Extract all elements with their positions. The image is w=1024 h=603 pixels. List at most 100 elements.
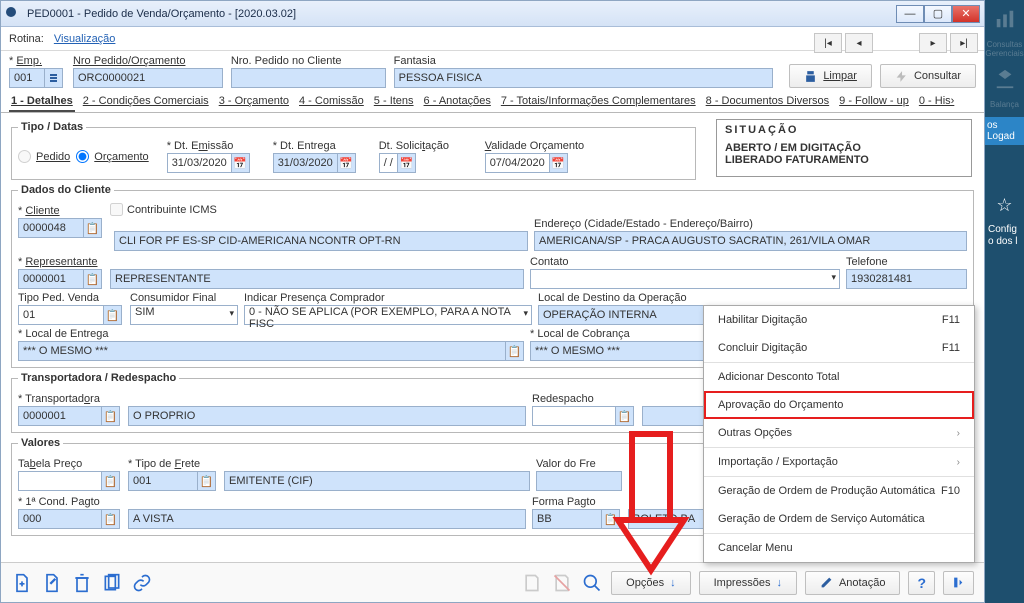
menu-ger-prod[interactable]: Geração de Ordem de Produção AutomáticaF… <box>704 477 974 505</box>
tab-anotacoes[interactable]: 6 - Anotações <box>422 92 493 112</box>
tab-followup[interactable]: 9 - Follow - up <box>837 92 911 112</box>
nav-last[interactable]: ▸| <box>950 33 978 53</box>
menu-outras[interactable]: Outras Opções› <box>704 419 974 447</box>
lookup-icon[interactable]: 📋 <box>102 406 120 426</box>
valor-frete-input[interactable] <box>536 471 622 491</box>
lookup-icon[interactable]: 📋 <box>102 509 120 529</box>
link-icon[interactable] <box>131 572 153 594</box>
local-entrega-input[interactable]: *** O MESMO *** <box>18 341 506 361</box>
validade-input[interactable]: 07/04/2020 <box>485 153 550 173</box>
label-logado[interactable]: os Logad <box>985 117 1024 145</box>
copy-icon[interactable] <box>101 572 123 594</box>
cliente-code-input[interactable]: 0000048 <box>18 218 84 238</box>
menu-ger-serv[interactable]: Geração de Ordem de Serviço Automática <box>704 505 974 533</box>
valor-frete-label: Valor do Fre <box>536 458 622 470</box>
fantasia-input[interactable]: PESSOA FISICA <box>394 68 774 88</box>
tab-totais[interactable]: 7 - Totais/Informações Complementares <box>499 92 698 112</box>
cliente-nome-input[interactable]: CLI FOR PF ES-SP CID-AMERICANA NCONTR OP… <box>114 231 528 251</box>
menu-concluir[interactable]: Concluir DigitaçãoF11 <box>704 334 974 362</box>
impressoes-button[interactable]: Impressões↓ <box>699 571 797 595</box>
lookup-icon[interactable]: 📋 <box>616 406 634 426</box>
close-button[interactable]: ✕ <box>952 5 980 23</box>
tab-itens[interactable]: 5 - Itens <box>372 92 416 112</box>
redespacho-code-input[interactable] <box>532 406 616 426</box>
telefone-label: Telefone <box>846 256 967 268</box>
menu-habilitar[interactable]: Habilitar DigitaçãoF11 <box>704 306 974 334</box>
tabela-input[interactable] <box>18 471 102 491</box>
tab-documentos[interactable]: 8 - Documentos Diversos <box>704 92 832 112</box>
menu-cancelar[interactable]: Cancelar Menu <box>704 534 974 562</box>
tab-orcamento[interactable]: 3 - Orçamento <box>217 92 291 112</box>
opcoes-button[interactable]: Opções↓ <box>611 571 690 595</box>
menu-desconto[interactable]: Adicionar Desconto Total <box>704 363 974 391</box>
tab-detalhes[interactable]: 1 - Detalhes <box>9 92 75 112</box>
forma-pagto-nome-input[interactable]: BOLETO BA <box>628 509 708 529</box>
telefone-input[interactable]: 1930281481 <box>846 269 967 289</box>
lookup-icon[interactable]: 📋 <box>84 218 102 238</box>
lookup-icon[interactable]: 📋 <box>84 269 102 289</box>
forma-pagto-code-input[interactable]: BB <box>532 509 602 529</box>
contato-select[interactable] <box>530 269 840 289</box>
cond-pagto-code-input[interactable]: 000 <box>18 509 102 529</box>
minimize-button[interactable]: — <box>896 5 924 23</box>
help-button[interactable]: ? <box>908 571 935 595</box>
exit-button[interactable] <box>943 571 974 595</box>
save-icon[interactable] <box>521 572 543 594</box>
chart-icon[interactable] <box>992 6 1018 32</box>
label-config[interactable]: Config o dos l <box>985 224 1024 248</box>
scale-icon[interactable] <box>992 66 1018 92</box>
lookup-icon[interactable]: 📋 <box>506 341 524 361</box>
dados-cliente-legend: Dados do Cliente <box>18 184 114 196</box>
tipo-frete-code-input[interactable]: 001 <box>128 471 198 491</box>
edit-icon[interactable] <box>41 572 63 594</box>
limpar-button[interactable]: Limpar <box>789 64 872 88</box>
dt-solicitacao-label: Dt. Solicitação <box>379 140 479 152</box>
trans-nome-input[interactable]: O PROPRIO <box>128 406 526 426</box>
title-bar: PED0001 - Pedido de Venda/Orçamento - [2… <box>1 1 984 27</box>
calendar-icon[interactable]: 📅 <box>232 153 250 173</box>
cons-final-select[interactable]: SIM <box>130 305 238 325</box>
calendar-icon[interactable]: 📅 <box>550 153 568 173</box>
dt-entrega-label: Dt. Entrega <box>273 140 373 152</box>
maximize-button[interactable]: ▢ <box>924 5 952 23</box>
menu-aprovacao[interactable]: Aprovação do Orçamento <box>704 391 974 419</box>
tipo-ped-input[interactable]: 01 <box>18 305 104 325</box>
emp-lookup-icon[interactable] <box>45 68 63 88</box>
trans-code-input[interactable]: 0000001 <box>18 406 102 426</box>
nav-next[interactable]: ▸ <box>919 33 947 53</box>
nro-cliente-input[interactable] <box>231 68 386 88</box>
lookup-icon[interactable]: 📋 <box>102 471 120 491</box>
save-cancel-icon[interactable] <box>551 572 573 594</box>
calendar-icon[interactable]: 📅 <box>338 153 356 173</box>
nro-pedido-input[interactable]: ORC0000021 <box>73 68 223 88</box>
rep-code-input[interactable]: 0000001 <box>18 269 84 289</box>
rep-nome-input[interactable]: REPRESENTANTE <box>110 269 524 289</box>
presenca-select[interactable]: 0 - NÃO SE APLICA (POR EXEMPLO, PARA A N… <box>244 305 532 325</box>
dt-entrega-input[interactable]: 31/03/2020 <box>273 153 338 173</box>
nav-first[interactable]: |◂ <box>814 33 842 53</box>
consultar-button[interactable]: Consultar <box>880 64 976 88</box>
endereco-input[interactable]: AMERICANA/SP - PRACA AUGUSTO SACRATIN, 2… <box>534 231 967 251</box>
calendar-icon[interactable]: 📅 <box>398 153 416 173</box>
emp-input[interactable]: 001 <box>9 68 45 88</box>
tab-comissao[interactable]: 4 - Comissão <box>297 92 366 112</box>
trans-label: Transportadora <box>25 393 100 405</box>
anotacao-button[interactable]: Anotação <box>805 571 900 595</box>
lookup-icon[interactable]: 📋 <box>198 471 216 491</box>
new-icon[interactable] <box>11 572 33 594</box>
lookup-icon[interactable]: 📋 <box>602 509 620 529</box>
routine-link[interactable]: Visualização <box>54 33 116 45</box>
cond-pagto-nome-input[interactable]: A VISTA <box>128 509 526 529</box>
tipo-frete-nome-input[interactable]: EMITENTE (CIF) <box>224 471 530 491</box>
tab-historico[interactable]: 0 - His› <box>917 92 956 112</box>
menu-importacao[interactable]: Importação / Exportação› <box>704 448 974 476</box>
dt-emissao-input[interactable]: 31/03/2020 <box>167 153 232 173</box>
tab-condicoes[interactable]: 2 - Condições Comerciais <box>81 92 211 112</box>
star-icon[interactable]: ☆ <box>996 195 1012 216</box>
nav-prev[interactable]: ◂ <box>845 33 873 53</box>
lookup-icon[interactable]: 📋 <box>104 305 122 325</box>
dt-solicitacao-input[interactable]: / / <box>379 153 398 173</box>
delete-icon[interactable] <box>71 572 93 594</box>
radio-orcamento[interactable] <box>76 150 89 163</box>
search-icon[interactable] <box>581 572 603 594</box>
